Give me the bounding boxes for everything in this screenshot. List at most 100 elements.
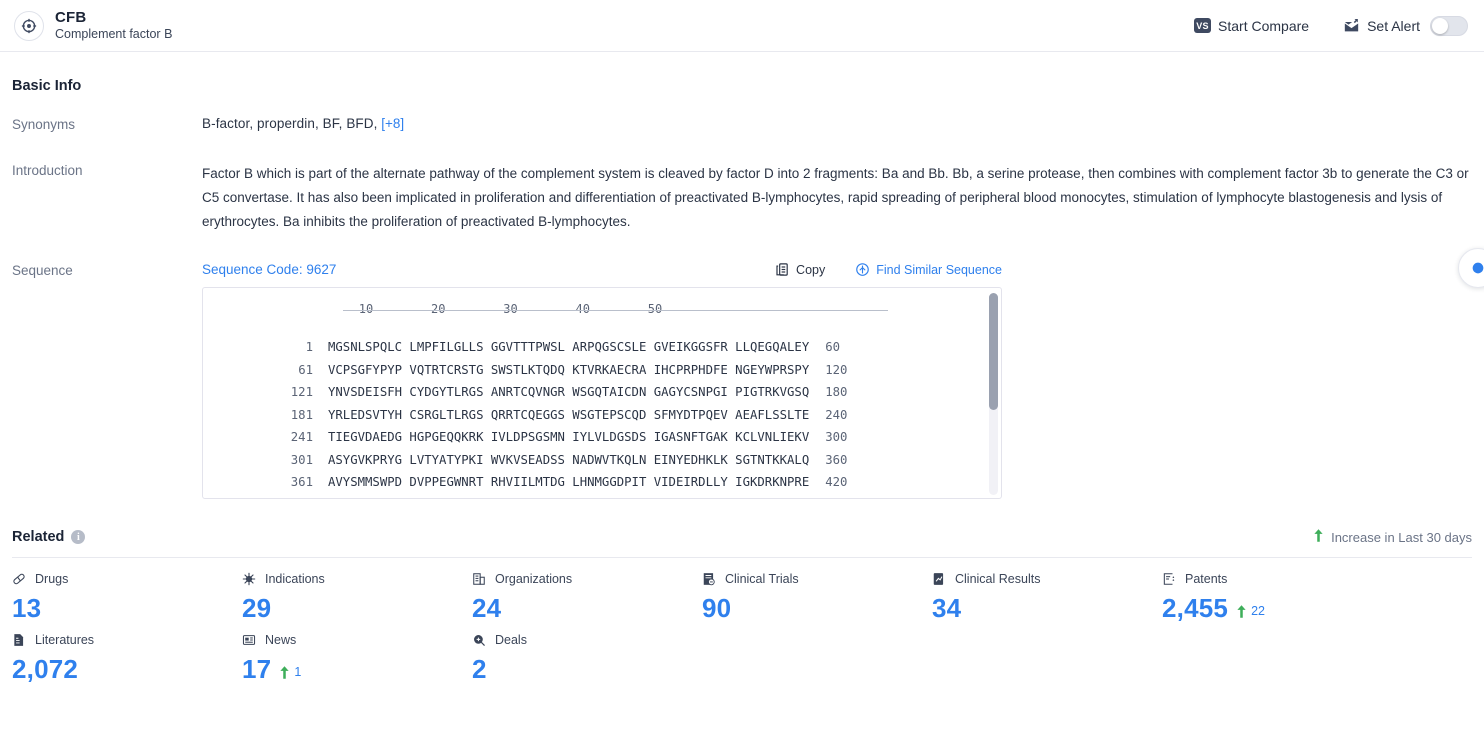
- news-icon: [242, 633, 257, 647]
- increase-legend: Increase in Last 30 days: [1314, 529, 1472, 545]
- stat-card-organizations[interactable]: Organizations 24: [472, 572, 702, 623]
- sequence-line: 1 MGSNLSPQLC LMPFILGLLS GGVTTTPWSL ARPQG…: [203, 336, 1001, 359]
- related-stats-grid: Drugs 13 Indications 29 Organizations 24…: [12, 558, 1472, 694]
- synonyms-more-link[interactable]: [+8]: [381, 116, 404, 131]
- stat-label: Clinical Trials: [725, 572, 799, 586]
- stat-label: Literatures: [35, 633, 95, 647]
- copy-icon: [775, 262, 790, 277]
- info-icon[interactable]: i: [71, 530, 86, 544]
- stat-value: 90: [702, 593, 732, 623]
- stat-value: 13: [12, 593, 42, 623]
- arrow-up-icon: [280, 665, 289, 679]
- sequence-viewer[interactable]: 10 20 30 40 50 1 MGSNLSPQLC LMPFILGLLS G…: [202, 287, 1002, 499]
- sequence-start-index: 301: [290, 452, 313, 467]
- sequence-residues: TIEGVDAEDG HGPGEQQKRK IVLDPSGSMN IYLVLDG…: [328, 430, 810, 444]
- sequence-end-index: 300: [825, 430, 848, 444]
- sequence-start-index: 121: [290, 385, 313, 399]
- sequence-start-index: 181: [290, 407, 313, 422]
- sequence-line: 241 TIEGVDAEDG HGPGEQQKRK IVLDPSGSMN IYL…: [203, 426, 1001, 449]
- find-similar-sequence-button[interactable]: Find Similar Sequence: [855, 262, 1002, 277]
- vs-icon: VS: [1194, 18, 1212, 33]
- basic-info-heading: Basic Info: [12, 78, 82, 94]
- sequence-residues: YNVSDEISFH CYDGYTLRGS ANRTCQVNGR WSGQTAI…: [328, 385, 810, 399]
- sequence-start-index: 361: [290, 475, 313, 489]
- stat-card-clinical-trials[interactable]: Clinical Trials 90: [702, 572, 932, 623]
- sequence-line: 361 AVYSMMSWPD DVPPEGWNRT RHVIILMTDG LHN…: [203, 471, 1001, 494]
- start-compare-label: Start Compare: [1218, 17, 1310, 34]
- synonyms-text: B-factor, properdin, BF, BFD,: [202, 116, 378, 131]
- sequence-start-index: 241: [290, 430, 313, 444]
- sequence-ruler-line: [343, 310, 888, 311]
- stat-card-news[interactable]: News 17 1: [242, 633, 472, 684]
- virus-icon: [242, 572, 257, 586]
- sequence-start-index: 1: [305, 340, 313, 354]
- sequence-end-index: 120: [825, 362, 848, 377]
- stat-card-patents[interactable]: Patents 2,455 22: [1162, 572, 1392, 623]
- page-content: Basic Info Synonyms B-factor, properdin,…: [0, 52, 1484, 694]
- sequence-end-index: 420: [825, 475, 848, 489]
- stat-label: Organizations: [495, 572, 573, 586]
- find-similar-icon: [855, 262, 870, 277]
- synonyms-row: Synonyms B-factor, properdin, BF, BFD, […: [12, 116, 1472, 132]
- sequence-code-link[interactable]: Sequence Code: 9627: [202, 262, 336, 277]
- copy-label: Copy: [796, 262, 826, 277]
- copy-button[interactable]: Copy: [775, 262, 825, 277]
- mail-alert-icon: [1343, 18, 1360, 34]
- sequence-scrollbar-thumb[interactable]: [989, 293, 998, 410]
- clinical-trial-icon: [702, 572, 717, 586]
- stat-label: News: [265, 633, 297, 647]
- stat-label: Clinical Results: [955, 572, 1041, 586]
- sequence-line: 301 ASYGVKPRYG LVTYATYPKI WVKVSEADSS NAD…: [203, 449, 1001, 472]
- clinical-result-icon: [932, 572, 947, 586]
- deal-icon: [472, 633, 487, 647]
- introduction-row: Introduction Factor B which is part of t…: [12, 162, 1472, 234]
- sequence-toolbar: Sequence Code: 9627 Copy Find Similar Se…: [202, 262, 1002, 277]
- sequence-start-index: 61: [298, 362, 313, 377]
- stat-value: 17: [242, 654, 272, 684]
- stat-value: 2,455: [1162, 593, 1229, 623]
- stat-delta-value: 22: [1251, 604, 1265, 618]
- sequence-actions: Copy Find Similar Sequence: [745, 262, 1002, 277]
- sequence-line: 121 YNVSDEISFH CYDGYTLRGS ANRTCQVNGR WSG…: [203, 381, 1001, 404]
- sequence-line: 61 VCPSGFYPYP VQTRTCRSTG SWSTLKTQDQ KTVR…: [203, 359, 1001, 382]
- sequence-end-index: 60: [825, 340, 841, 354]
- target-icon: [14, 10, 44, 41]
- stat-card-literatures[interactable]: Literatures 2,072: [12, 633, 242, 684]
- building-icon: [472, 572, 487, 586]
- sequence-residues: YRLEDSVTYH CSRGLTLRGS QRRTCQEGGS WSGTEPS…: [328, 407, 810, 422]
- set-alert-button[interactable]: Set Alert: [1343, 15, 1468, 36]
- stat-card-clinical-results[interactable]: Clinical Results 34: [932, 572, 1162, 623]
- stat-value: 29: [242, 593, 272, 623]
- top-header-bar: CFB Complement factor B VS Start Compare…: [0, 0, 1484, 52]
- sequence-line: 181 YRLEDSVTYH CSRGLTLRGS QRRTCQEGGS WSG…: [203, 404, 1001, 427]
- header-actions: VS Start Compare Set Alert: [1160, 15, 1468, 36]
- sequence-residues: MGSNLSPQLC LMPFILGLLS GGVTTTPWSL ARPQGSC…: [328, 340, 810, 354]
- entity-subtitle: Complement factor B: [55, 27, 173, 42]
- arrow-up-icon: [1237, 604, 1246, 618]
- stat-value: 2: [472, 654, 487, 684]
- sequence-residues: VCPSGFYPYP VQTRTCRSTG SWSTLKTQDQ KTVRKAE…: [328, 362, 810, 377]
- stat-label: Indications: [265, 572, 325, 586]
- patent-icon: [1162, 572, 1177, 586]
- stat-card-drugs[interactable]: Drugs 13: [12, 572, 242, 623]
- stat-card-deals[interactable]: Deals 2: [472, 633, 702, 684]
- synonyms-value: B-factor, properdin, BF, BFD, [+8]: [202, 116, 1472, 132]
- page-title: CFB: [55, 9, 87, 27]
- find-similar-label: Find Similar Sequence: [876, 262, 1002, 277]
- stat-label: Patents: [1185, 572, 1228, 586]
- stat-card-indications[interactable]: Indications 29: [242, 572, 472, 623]
- stat-delta-value: 1: [294, 665, 302, 679]
- introduction-text: Factor B which is part of the alternate …: [202, 166, 1469, 229]
- stat-delta: 22: [1237, 604, 1265, 618]
- stat-value: 24: [472, 593, 502, 623]
- stat-delta: 1: [280, 665, 301, 679]
- start-compare-button[interactable]: VS Start Compare: [1194, 18, 1309, 34]
- increase-legend-label: Increase in Last 30 days: [1331, 529, 1472, 545]
- synonyms-label: Synonyms: [12, 117, 76, 132]
- sequence-end-index: 240: [825, 407, 848, 422]
- arrow-up-icon: [1314, 529, 1323, 545]
- sequence-end-index: 180: [825, 385, 848, 399]
- alert-toggle-switch[interactable]: [1430, 15, 1468, 36]
- sequence-row: Sequence Sequence Code: 9627 Copy Find S…: [12, 262, 1472, 499]
- introduction-label: Introduction: [12, 163, 83, 178]
